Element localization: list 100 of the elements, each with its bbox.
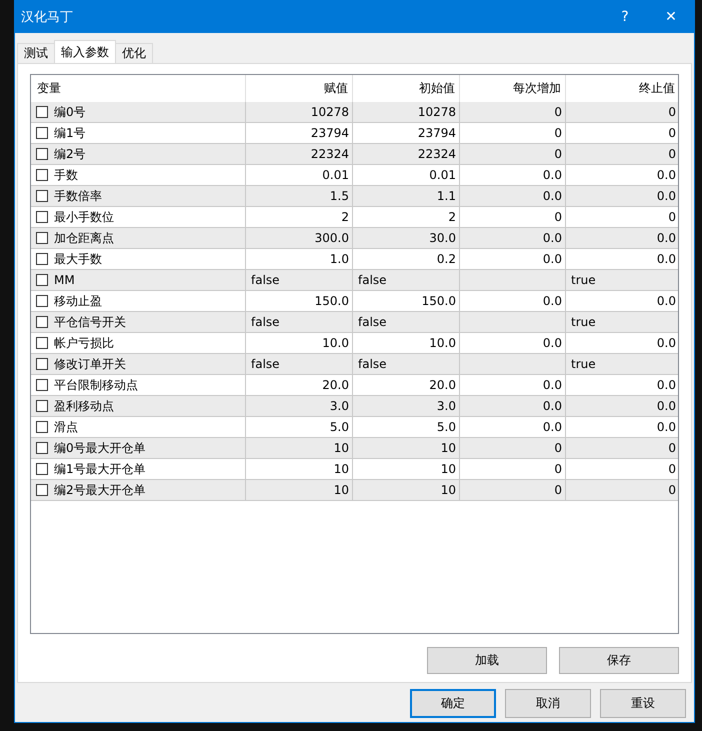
- checkbox[interactable]: [36, 484, 48, 496]
- table-cell: 0.01: [353, 165, 460, 185]
- table-cell: 10: [246, 438, 353, 458]
- table-cell: 22324: [246, 144, 353, 164]
- table-cell: 20.0: [246, 375, 353, 395]
- checkbox[interactable]: [36, 379, 48, 391]
- table-cell: 0.0: [460, 228, 566, 248]
- table-cell: 20.0: [353, 375, 460, 395]
- save-button[interactable]: 保存: [559, 647, 679, 674]
- table-cell: 0.0: [460, 333, 566, 353]
- table-cell: 0.0: [566, 165, 678, 185]
- checkbox[interactable]: [36, 148, 48, 160]
- table-cell: 0.0: [566, 249, 678, 269]
- parameter-label: 加仓距离点: [54, 230, 114, 246]
- table-cell: true: [566, 270, 678, 290]
- table-cell: 10: [353, 480, 460, 500]
- checkbox[interactable]: [36, 274, 48, 286]
- parameter-label: 移动止盈: [54, 292, 102, 310]
- parameter-label: 盈利移动点: [54, 398, 114, 414]
- table-cell: 10: [246, 480, 353, 500]
- tab[interactable]: 测试: [17, 43, 55, 63]
- parameter-label: 手数倍率: [54, 188, 102, 204]
- table-cell: 0: [566, 459, 678, 479]
- table-cell: 0.0: [460, 291, 566, 311]
- checkbox[interactable]: [36, 358, 48, 370]
- table-cell: 10: [353, 438, 460, 458]
- table-cell: 0: [460, 144, 566, 164]
- table-cell: 10278: [246, 102, 353, 122]
- table-cell: 5.0: [246, 417, 353, 437]
- checkbox[interactable]: [36, 253, 48, 265]
- parameter-label: 编1号最大开仓单: [54, 460, 146, 478]
- checkbox[interactable]: [36, 337, 48, 349]
- parameter-label: 编0号最大开仓单: [54, 440, 146, 456]
- checkbox[interactable]: [36, 400, 48, 412]
- table-cell: 30.0: [353, 228, 460, 248]
- table-cell: 150.0: [246, 291, 353, 311]
- help-button[interactable]: ?: [602, 1, 648, 33]
- checkbox[interactable]: [36, 211, 48, 223]
- checkbox[interactable]: [36, 463, 48, 475]
- table-cell: 0: [566, 438, 678, 458]
- table-cell: 5.0: [353, 417, 460, 437]
- table-cell: 10278: [353, 102, 460, 122]
- table-cell: 0.0: [566, 228, 678, 248]
- checkbox[interactable]: [36, 169, 48, 181]
- table-cell: 0.0: [460, 375, 566, 395]
- table-cell: 300.0: [246, 228, 353, 248]
- parameter-label: 最大手数: [54, 250, 102, 268]
- table-cell: false: [353, 270, 460, 290]
- table-cell: 0: [460, 480, 566, 500]
- parameter-label: 编2号最大开仓单: [54, 482, 146, 498]
- table-cell: 10.0: [246, 333, 353, 353]
- dialog-button[interactable]: 确定: [410, 689, 496, 718]
- table-cell: 0: [566, 480, 678, 500]
- tab[interactable]: 输入参数: [54, 40, 116, 63]
- table-cell: 0.0: [460, 396, 566, 416]
- table-cell: 0: [460, 459, 566, 479]
- table-cell: 0.0: [566, 333, 678, 353]
- table-cell: 23794: [353, 123, 460, 143]
- table-cell: 0: [460, 207, 566, 227]
- table-cell: 0.0: [460, 165, 566, 185]
- checkbox[interactable]: [36, 442, 48, 454]
- table-cell: true: [566, 354, 678, 374]
- table-cell: 0: [460, 102, 566, 122]
- table-cell: 0: [460, 438, 566, 458]
- table-cell: 23794: [246, 123, 353, 143]
- parameter-label: 最小手数位: [54, 208, 114, 226]
- checkbox[interactable]: [36, 295, 48, 307]
- table-cell: 2: [246, 207, 353, 227]
- table-cell: false: [353, 354, 460, 374]
- close-button[interactable]: ✕: [648, 1, 694, 33]
- table-cell: 0.0: [566, 375, 678, 395]
- parameter-label: 平仓信号开关: [54, 314, 126, 330]
- table-cell: 0: [566, 207, 678, 227]
- table-cell: 0.01: [246, 165, 353, 185]
- table-cell: false: [353, 312, 460, 332]
- checkbox[interactable]: [36, 316, 48, 328]
- table-cell: 0: [460, 123, 566, 143]
- parameter-label: 帐户亏损比: [54, 334, 114, 352]
- parameter-label: 平台限制移动点: [54, 376, 138, 394]
- table-cell: 150.0: [353, 291, 460, 311]
- checkbox[interactable]: [36, 232, 48, 244]
- table-cell: 0.0: [460, 249, 566, 269]
- table-cell: 0.0: [566, 396, 678, 416]
- tab[interactable]: 优化: [115, 43, 153, 63]
- table-cell: 0.0: [460, 186, 566, 206]
- table-cell: 0.0: [566, 186, 678, 206]
- parameter-label: 滑点: [54, 418, 78, 436]
- table-cell: 1.0: [246, 249, 353, 269]
- checkbox[interactable]: [36, 127, 48, 139]
- checkbox[interactable]: [36, 106, 48, 118]
- table-cell: 3.0: [246, 396, 353, 416]
- dialog-button[interactable]: 取消: [505, 689, 591, 718]
- load-button[interactable]: 加载: [427, 647, 547, 674]
- parameter-label: 手数: [54, 166, 78, 184]
- checkbox[interactable]: [36, 190, 48, 202]
- table-cell: 10.0: [353, 333, 460, 353]
- table-cell: 22324: [353, 144, 460, 164]
- table-cell: 0: [566, 144, 678, 164]
- checkbox[interactable]: [36, 421, 48, 433]
- dialog-button[interactable]: 重设: [600, 689, 686, 718]
